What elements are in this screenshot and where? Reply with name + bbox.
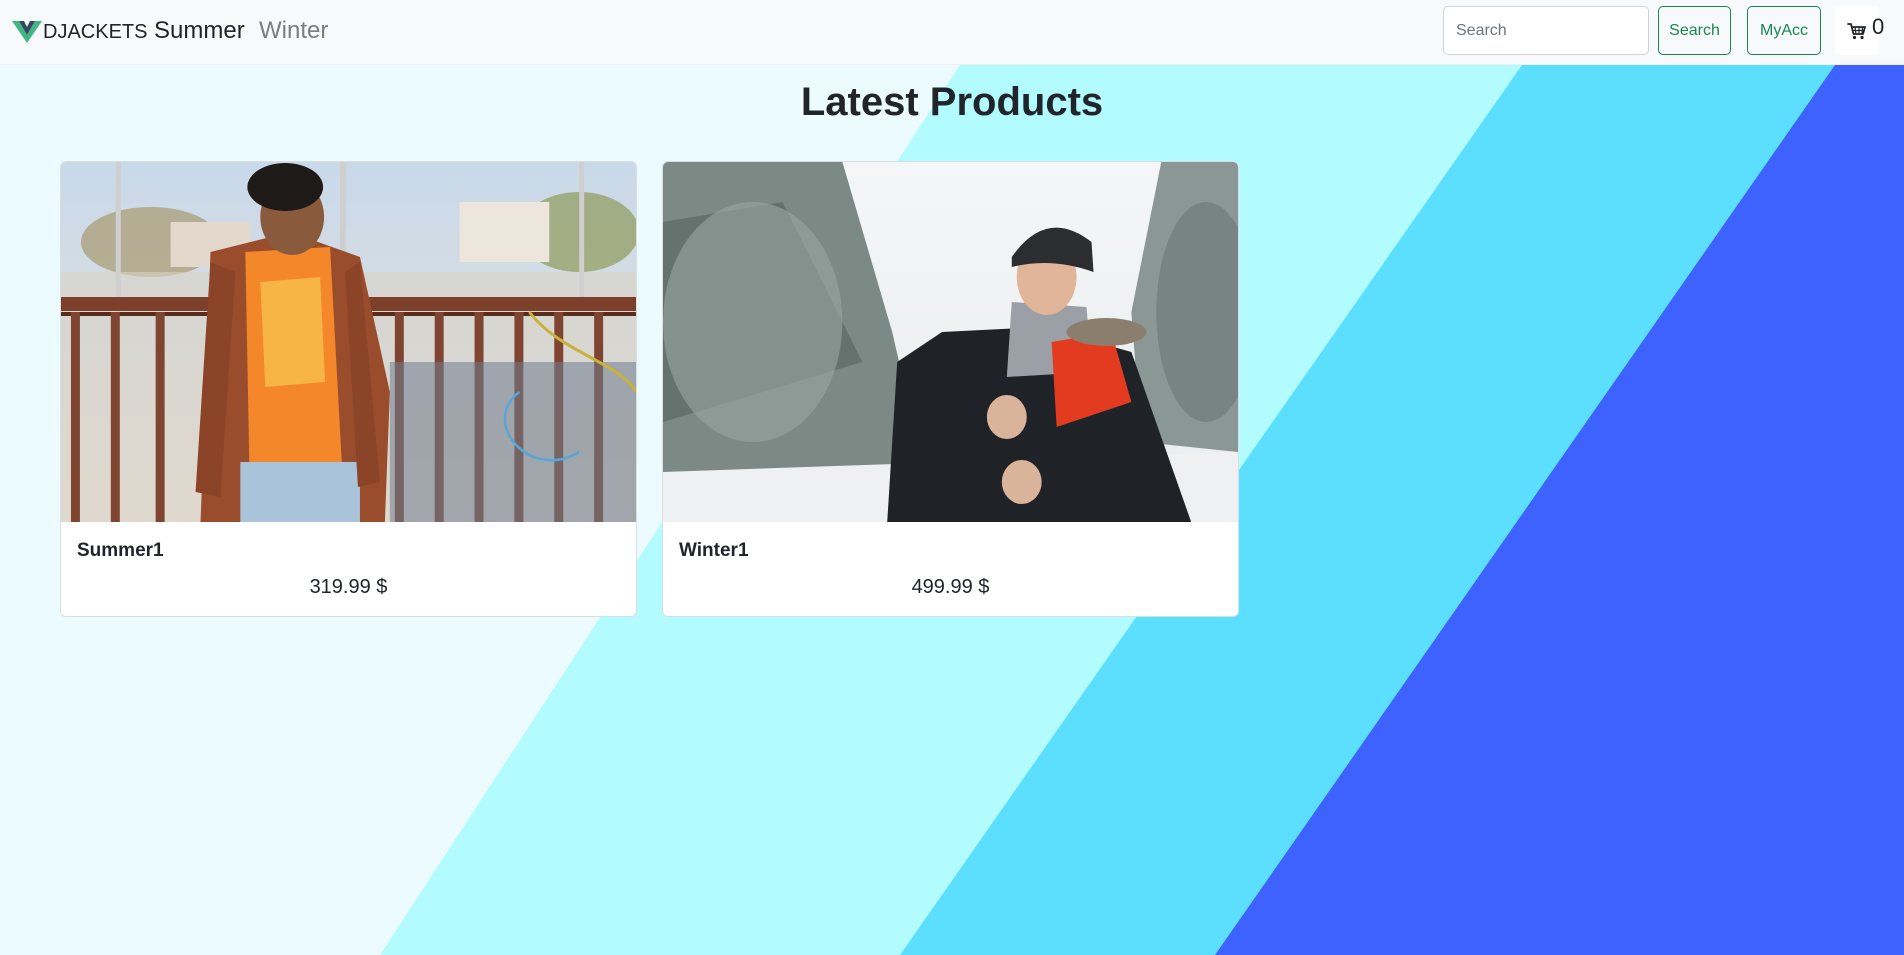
navbar: DJACKETS Summer Winter Search MyAcc 0 xyxy=(0,0,1904,65)
product-title[interactable]: Summer1 xyxy=(77,540,164,562)
page-title: Latest Products xyxy=(800,80,1104,124)
brand-link[interactable]: DJACKETS xyxy=(12,18,147,46)
product-image-winter1[interactable] xyxy=(663,162,1238,522)
nav-link-winter[interactable]: Winter xyxy=(259,17,328,45)
cart-icon xyxy=(1847,22,1866,39)
product-card-summer1[interactable]: Summer1 319.99 $ xyxy=(60,161,637,617)
product-image-summer1[interactable] xyxy=(61,162,636,522)
product-price: 499.99 $ xyxy=(911,576,990,598)
nav-link-summer[interactable]: Summer xyxy=(154,17,245,45)
search-button[interactable]: Search xyxy=(1658,6,1731,55)
product-price: 319.99 $ xyxy=(309,576,388,598)
brand-name: DJACKETS xyxy=(43,20,148,43)
vue-logo-icon xyxy=(12,21,42,43)
product-card-winter1[interactable]: Winter1 499.99 $ xyxy=(662,161,1239,617)
search-input[interactable] xyxy=(1443,6,1649,55)
product-title[interactable]: Winter1 xyxy=(679,540,749,562)
cart-count: 0 xyxy=(1872,14,1885,39)
page: DJACKETS Summer Winter Search MyAcc 0 La… xyxy=(0,0,1904,955)
my-account-button[interactable]: MyAcc xyxy=(1747,6,1821,55)
